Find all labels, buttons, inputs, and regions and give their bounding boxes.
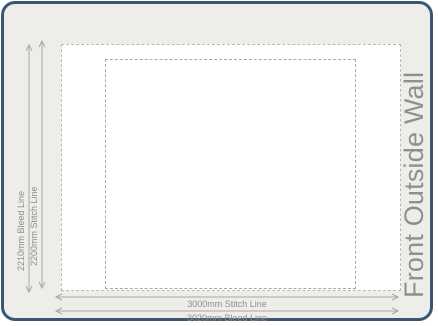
width-bleed-label: 3020mm Bleed Line — [187, 313, 267, 323]
height-stitch-label: 2200mm Stitch Line — [29, 186, 39, 266]
dimension-lines: 2210mm Bleed Line 2200mm Stitch Line 300… — [16, 39, 400, 323]
height-bleed-label: 2210mm Bleed Line — [16, 191, 26, 271]
width-stitch-label: 3000mm Stitch Line — [187, 299, 267, 309]
